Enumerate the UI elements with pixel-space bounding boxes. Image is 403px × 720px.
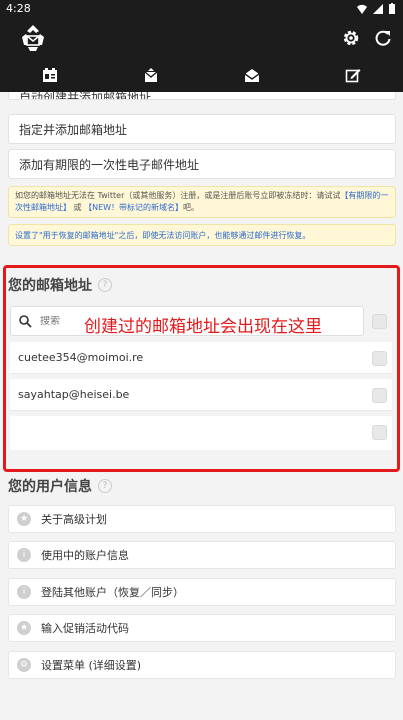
tab-compose[interactable] — [302, 58, 403, 92]
mail-recycle-icon — [144, 68, 158, 82]
main-content: 自动创建并添加邮箱地址 指定并添加邮箱地址 添加有期限的一次性电子邮件地址 如您… — [0, 92, 403, 720]
menu-item-label: 设置菜单 (详细设置) — [41, 659, 142, 672]
help-icon[interactable]: ? — [98, 479, 112, 493]
tab-mail-recycle[interactable] — [101, 58, 202, 92]
menu-item-label: 使用中的账户信息 — [41, 549, 129, 562]
tab-contact[interactable] — [0, 58, 101, 92]
user-info-section-title: 您的用户信息 ? — [8, 476, 112, 496]
status-time: 4:28 — [6, 2, 31, 15]
account-info-item[interactable]: i 使用中的账户信息 — [8, 541, 396, 569]
specify-address-label: 指定并添加邮箱地址 — [19, 122, 128, 137]
temporary-address-button[interactable]: 添加有期限的一次性电子邮件地址 — [8, 149, 396, 179]
auto-create-label: 自动创建并添加邮箱地址 — [19, 92, 152, 100]
tab-mail-open[interactable] — [202, 58, 303, 92]
twitter-notice-end: 吧。 — [183, 203, 200, 212]
recovery-notice: 设置了"用于恢复的邮箱地址"之后，即使无法访问账户，也能够通过邮件进行恢复。 — [8, 224, 396, 246]
refresh-icon[interactable] — [373, 28, 393, 48]
status-bar: 4:28 — [0, 0, 403, 18]
app-bar — [0, 18, 403, 58]
star-icon: ★ — [17, 512, 31, 526]
twitter-notice-or: 或 — [73, 203, 82, 212]
highlight-box — [3, 265, 400, 472]
premium-plan-item[interactable]: ★ 关于高级计划 — [8, 505, 396, 533]
mail-open-icon — [244, 69, 260, 82]
battery-icon — [389, 3, 395, 14]
contact-card-icon — [43, 68, 58, 82]
star-icon: ★ — [17, 621, 31, 635]
recovery-notice-text[interactable]: 设置了"用于恢复的邮箱地址"之后，即使无法访问账户，也能够通过邮件进行恢复。 — [15, 231, 310, 240]
info-icon: i — [17, 585, 31, 599]
info-icon: i — [17, 548, 31, 562]
new-domain-link[interactable]: 【NEW！带标记的新域名】 — [84, 203, 183, 212]
auto-create-address-button[interactable]: 自动创建并添加邮箱地址 — [8, 92, 396, 100]
settings-menu-item[interactable]: ⚙ 设置菜单 (详细设置) — [8, 651, 396, 679]
menu-item-label: 登陆其他账户（恢复／同步） — [41, 586, 184, 599]
gear-icon[interactable] — [341, 28, 361, 48]
app-logo-icon — [22, 25, 44, 51]
user-info-title-text: 您的用户信息 — [8, 479, 92, 495]
twitter-notice: 如您的邮箱地址无法在 Twitter（或其他服务）注册，或是注册后账号立即被冻结… — [8, 186, 396, 218]
tab-bar — [0, 58, 403, 92]
compose-icon — [345, 69, 361, 83]
menu-item-label: 输入促销活动代码 — [41, 622, 129, 635]
login-other-account-item[interactable]: i 登陆其他账户（恢复／同步） — [8, 578, 396, 606]
system-icons — [357, 3, 395, 14]
specify-address-button[interactable]: 指定并添加邮箱地址 — [8, 114, 396, 144]
temporary-address-label: 添加有期限的一次性电子邮件地址 — [19, 157, 200, 172]
twitter-notice-text: 如您的邮箱地址无法在 Twitter（或其他服务）注册，或是注册后账号立即被冻结… — [15, 191, 341, 200]
promo-code-item[interactable]: ★ 输入促销活动代码 — [8, 614, 396, 642]
wifi-icon — [357, 4, 367, 14]
menu-item-label: 关于高级计划 — [41, 513, 107, 526]
signal-icon — [373, 3, 383, 14]
gear-icon: ⚙ — [17, 658, 31, 672]
